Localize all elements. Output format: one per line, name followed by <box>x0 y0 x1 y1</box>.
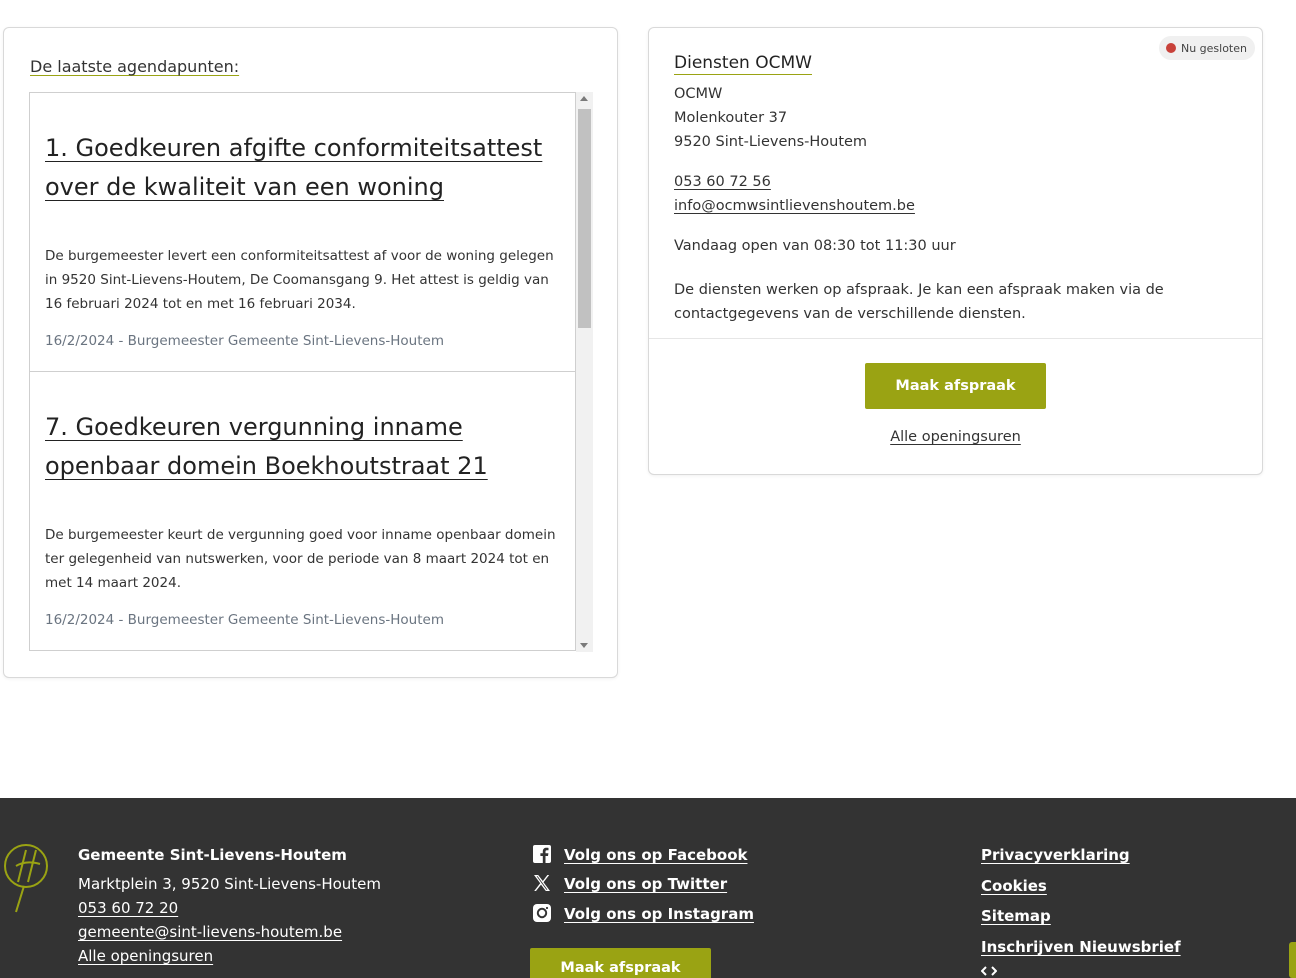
footer-email-link[interactable]: gemeente@sint-lievens-houtem.be <box>78 923 342 941</box>
agenda-item-title[interactable]: 1. Goedkeuren afgifte conformiteitsattes… <box>45 129 565 207</box>
service-phone-link[interactable]: 053 60 72 56 <box>674 174 771 190</box>
footer-hours-link[interactable]: Alle openingsuren <box>78 947 213 965</box>
card-divider <box>649 338 1262 339</box>
agenda-scroll-area[interactable]: 1. Goedkeuren afgifte conformiteitsattes… <box>29 92 593 652</box>
instagram-icon[interactable] <box>532 903 552 923</box>
agenda-item-meta: 16/2/2024 - Burgemeester Gemeente Sint-L… <box>45 333 444 349</box>
agenda-item-description: De burgemeester keurt de vergunning goed… <box>45 527 556 591</box>
service-city: 9520 Sint-Lievens-Houtem <box>674 134 868 150</box>
facebook-icon[interactable] <box>532 844 552 864</box>
floating-widget-tab[interactable] <box>1289 942 1296 978</box>
agenda-scrollbar[interactable] <box>576 92 593 652</box>
all-hours-link-wrap: Alle openingsuren <box>649 429 1262 445</box>
scroll-down-arrow-icon[interactable] <box>580 643 588 648</box>
agenda-item: 7. Goedkeuren vergunning inname openbaar… <box>29 371 576 651</box>
agenda-item-description: De burgemeester levert een conformiteits… <box>45 248 554 312</box>
footer-make-appointment-button[interactable]: Maak afspraak <box>530 948 711 978</box>
service-street: Molenkouter 37 <box>674 110 788 126</box>
code-icon[interactable] <box>981 966 997 976</box>
status-badge: Nu gesloten <box>1158 36 1255 60</box>
scrollbar-thumb[interactable] <box>578 109 591 328</box>
status-dot-icon <box>1165 43 1176 53</box>
service-card: Nu gesloten Diensten OCMW OCMW Molenkout… <box>648 27 1263 475</box>
instagram-link[interactable]: Volg ons op Instagram <box>564 905 754 923</box>
agenda-item: 1. Goedkeuren afgifte conformiteitsattes… <box>29 92 576 372</box>
sitemap-link[interactable]: Sitemap <box>981 907 1051 925</box>
service-org: OCMW <box>674 86 723 102</box>
footer-phone-link[interactable]: 053 60 72 20 <box>78 899 178 917</box>
service-hours-today: Vandaag open van 08:30 tot 11:30 uur <box>674 238 956 254</box>
service-note: De diensten werken op afspraak. Je kan e… <box>674 282 1164 322</box>
scroll-up-arrow-icon[interactable] <box>580 96 588 101</box>
footer-org-name: Gemeente Sint-Lievens-Houtem <box>78 846 347 864</box>
agenda-card: De laatste agendapunten: 1. Goedkeuren a… <box>3 27 618 678</box>
agenda-item-meta: 16/2/2024 - Burgemeester Gemeente Sint-L… <box>45 612 444 628</box>
twitter-link[interactable]: Volg ons op Twitter <box>564 875 727 893</box>
cookies-link[interactable]: Cookies <box>981 877 1047 895</box>
agenda-item-title[interactable]: 7. Goedkeuren vergunning inname openbaar… <box>45 408 565 486</box>
newsletter-link[interactable]: Inschrijven Nieuwsbrief <box>981 938 1181 956</box>
make-appointment-button[interactable]: Maak afspraak <box>865 363 1046 409</box>
footer: Gemeente Sint-Lievens-Houtem Marktplein … <box>0 798 1296 978</box>
status-label: Nu gesloten <box>1180 41 1247 55</box>
facebook-link[interactable]: Volg ons op Facebook <box>564 846 747 864</box>
agenda-heading[interactable]: De laatste agendapunten: <box>30 57 239 76</box>
footer-address: Marktplein 3, 9520 Sint-Lievens-Houtem <box>78 875 382 893</box>
service-title[interactable]: Diensten OCMW <box>674 53 812 75</box>
privacy-link[interactable]: Privacyverklaring <box>981 846 1130 864</box>
all-hours-link[interactable]: Alle openingsuren <box>890 429 1021 445</box>
x-twitter-icon[interactable] <box>532 873 552 893</box>
service-email-link[interactable]: info@ocmwsintlievenshoutem.be <box>674 198 915 214</box>
municipality-logo-icon <box>4 844 48 913</box>
